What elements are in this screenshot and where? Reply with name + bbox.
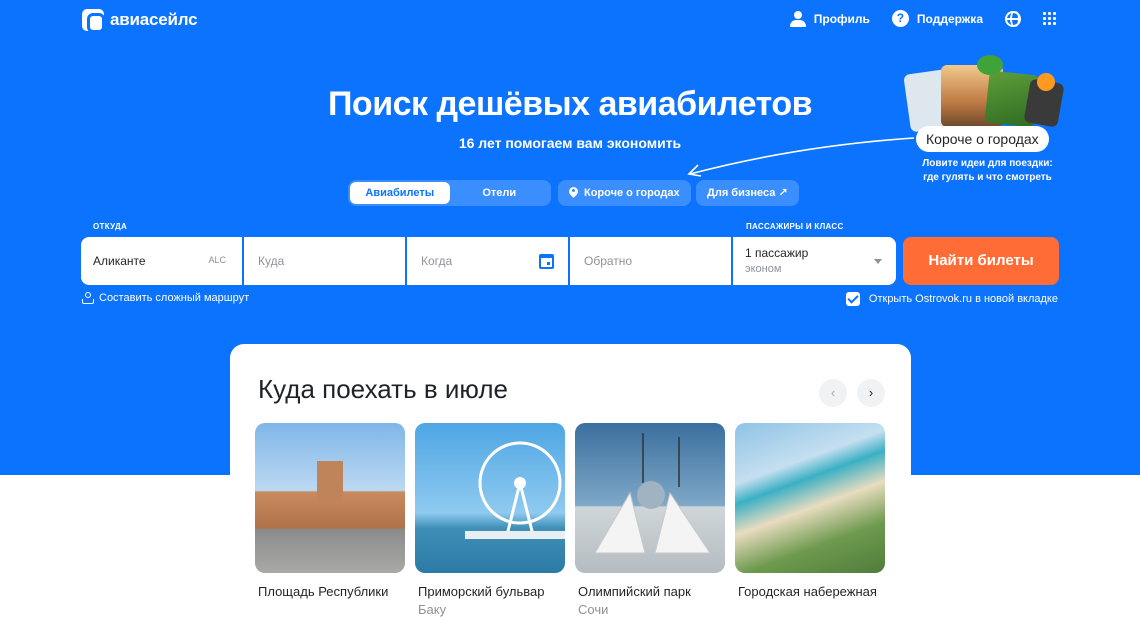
destination-placeholder: Куда <box>258 254 285 268</box>
olympic-sculpture-shape <box>594 433 711 554</box>
tower-shape <box>317 461 343 501</box>
support-label: Поддержка <box>916 11 983 26</box>
sun-icon <box>1037 73 1055 91</box>
ostrovok-checkbox[interactable]: Открыть Ostrovok.ru в новой вкладке <box>845 292 1058 306</box>
ferris-wheel-shape <box>465 441 565 539</box>
return-date-field[interactable]: Обратно <box>570 237 731 285</box>
promo-collage[interactable] <box>903 55 1065 135</box>
search-button[interactable]: Найти билеты <box>903 237 1059 285</box>
logo-icon <box>82 9 105 33</box>
promo-subtitle-line: где гулять и что смотреть <box>923 172 1052 183</box>
place-photo <box>735 423 885 573</box>
tab-hotels[interactable]: Отели <box>450 182 550 204</box>
complex-route-link[interactable]: Составить сложный маршрут <box>82 292 249 304</box>
help-icon: ? <box>891 10 909 27</box>
place-city: Сочи <box>578 602 609 617</box>
place-name: Площадь Республики <box>258 584 389 599</box>
origin-field[interactable]: Аликанте ALC <box>81 237 242 285</box>
complex-route-label: Составить сложный маршрут <box>99 292 250 304</box>
passengers-select[interactable]: 1 пассажир эконом <box>733 237 896 285</box>
ostrovok-label: Открыть Ostrovok.ru в новой вкладке <box>868 293 1058 305</box>
profile-link[interactable]: Профиль <box>789 10 870 27</box>
place-photo <box>255 423 405 573</box>
departure-date-placeholder: Когда <box>421 254 453 268</box>
carousel-prev-button[interactable]: ‹ <box>819 379 847 407</box>
support-link[interactable]: ? Поддержка <box>891 10 983 27</box>
logo-text: авиасейлс <box>110 10 198 29</box>
palm-icon <box>977 55 1003 75</box>
recommendation-card[interactable]: Площадь Республики <box>255 423 405 619</box>
chevron-down-icon <box>874 259 882 264</box>
cities-pill-label: Короче о городах <box>584 187 680 199</box>
from-label: ОТКУДА <box>93 222 128 231</box>
carousel-next-button[interactable]: › <box>857 379 885 407</box>
apps-grid-icon[interactable] <box>1043 12 1056 25</box>
profile-label: Профиль <box>813 11 870 26</box>
destination-field[interactable]: Куда <box>244 237 405 285</box>
promo-subtitle-line: Ловите идеи для поездки: <box>922 158 1053 169</box>
business-pill[interactable]: Для бизнеса ↗ <box>696 180 799 206</box>
cabin-class: эконом <box>745 263 782 275</box>
promo-label[interactable]: Короче о городах <box>916 126 1049 152</box>
globe-icon[interactable] <box>1005 10 1021 27</box>
place-name: Приморский бульвар <box>418 584 545 599</box>
calendar-icon <box>539 254 554 269</box>
business-pill-label: Для бизнеса ↗ <box>707 187 788 199</box>
recommendation-card[interactable]: Олимпийский парк Сочи <box>575 423 725 619</box>
top-nav: Профиль ? Поддержка <box>789 10 1056 27</box>
recommendation-card[interactable]: Приморский бульвар Баку <box>415 423 565 619</box>
checkbox-checked-icon[interactable] <box>845 292 860 306</box>
recommendations-title: Куда поехать в июле <box>258 374 508 404</box>
place-city: Баку <box>418 602 447 617</box>
person-icon <box>789 10 806 27</box>
cities-pill[interactable]: Короче о городах <box>558 180 691 206</box>
passengers-count: 1 пассажир <box>745 246 809 260</box>
route-icon <box>82 292 94 304</box>
logo[interactable]: авиасейлс <box>82 9 198 33</box>
return-date-placeholder: Обратно <box>584 254 633 268</box>
promo-subtitle: Ловите идеи для поездки: где гулять и чт… <box>905 157 1070 185</box>
recommendations-panel: Куда поехать в июле ‹ › Площадь Республи… <box>230 344 911 624</box>
search-form: Аликанте ALC Куда Когда Обратно 1 пассаж… <box>81 237 896 285</box>
arrow-icon <box>687 137 915 177</box>
place-photo <box>415 423 565 573</box>
place-photo <box>575 423 725 573</box>
origin-value: Аликанте <box>93 254 146 268</box>
recommendation-cards: Площадь Республики Приморский бульвар Ба… <box>255 423 885 619</box>
place-name: Олимпийский парк <box>578 584 691 599</box>
place-name: Городская набережная <box>738 584 877 599</box>
passengers-label: ПАССАЖИРЫ И КЛАСС <box>746 222 844 231</box>
location-pin-icon <box>569 187 578 199</box>
tab-flights[interactable]: Авиабилеты <box>350 182 450 204</box>
departure-date-field[interactable]: Когда <box>407 237 568 285</box>
recommendation-card[interactable]: Городская набережная <box>735 423 885 619</box>
search-mode-tabs: Авиабилеты Отели <box>348 180 551 206</box>
origin-code: ALC <box>208 255 226 265</box>
